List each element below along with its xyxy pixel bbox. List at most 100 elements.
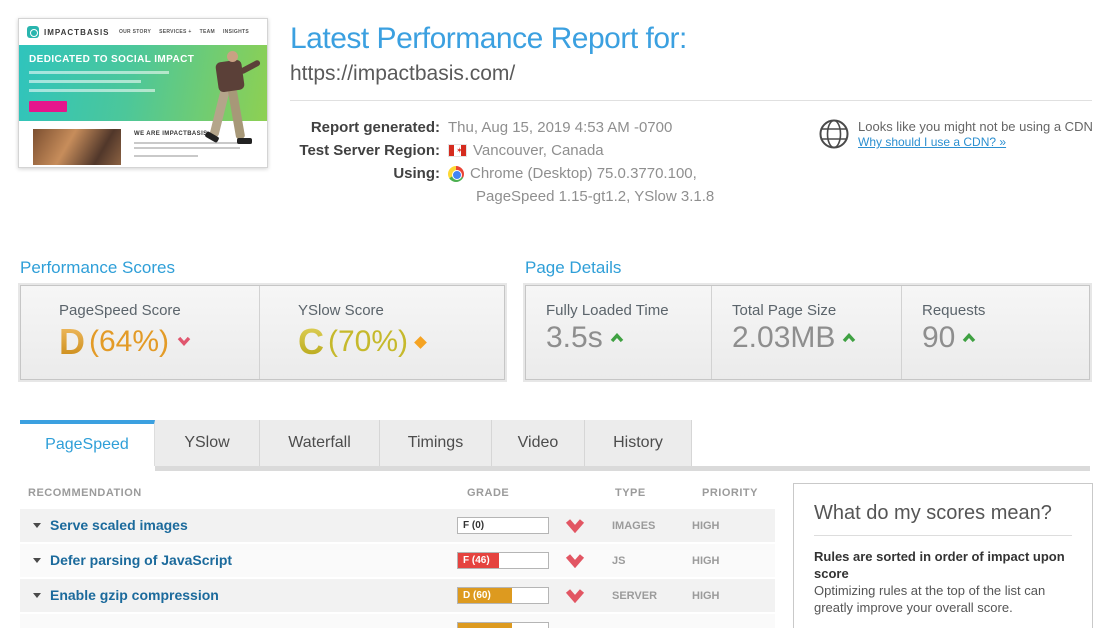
using-value: Chrome (Desktop) 75.0.3770.100,	[448, 164, 697, 183]
pagespeed-score-label: PageSpeed Score	[59, 302, 259, 319]
thumbnail-section-title: WE ARE IMPACTBASIS	[134, 131, 208, 137]
expand-chevron-icon[interactable]	[565, 588, 585, 608]
grade-bar: F (46)	[457, 552, 549, 569]
priority-cell: HIGH	[692, 590, 720, 602]
priority-cell: HIGH	[692, 555, 720, 567]
tab-underbar	[155, 466, 1090, 471]
requests-block: Requests 90	[901, 286, 1089, 379]
thumbnail-hero-title: DEDICATED TO SOCIAL IMPACT	[29, 54, 194, 65]
table-row[interactable]: Defer parsing of JavaScript F (46) JS HI…	[20, 544, 775, 577]
test-server-region-value: ✶ Vancouver, Canada	[448, 141, 604, 160]
scores-explainer-panel: What do my scores mean? Rules are sorted…	[793, 483, 1093, 628]
performance-scores-heading: Performance Scores	[20, 258, 175, 278]
canada-flag-icon: ✶	[448, 144, 467, 157]
test-server-region-label: Test Server Region:	[290, 141, 440, 160]
thumbnail-hero-textline	[29, 89, 155, 92]
table-row[interactable]: Serve scaled images F (0) IMAGES HIGH	[20, 509, 775, 542]
table-row[interactable]: Enable gzip compression D (60) SERVER HI…	[20, 579, 775, 612]
thumbnail-hero-button	[29, 101, 67, 112]
explainer-body-text: Optimizing rules at the top of the list …	[814, 582, 1072, 616]
explainer-bold-text: Rules are sorted in order of impact upon…	[814, 548, 1072, 582]
col-type: TYPE	[615, 487, 646, 499]
tab-waterfall[interactable]: Waterfall	[260, 420, 380, 466]
cdn-notice: Looks like you might not be using a CDN …	[818, 118, 1093, 150]
thumbnail-person	[237, 138, 252, 144]
priority-cell: HIGH	[692, 520, 720, 532]
fully-loaded-time-value: 3.5s	[546, 321, 603, 355]
pagespeed-score-block: PageSpeed Score D (64%)	[21, 286, 259, 379]
up-chevron-icon	[610, 333, 624, 343]
up-chevron-icon	[842, 333, 856, 343]
using-label: Using:	[290, 164, 440, 183]
cdn-notice-text: Looks like you might not be using a CDN	[858, 118, 1093, 135]
site-thumbnail[interactable]: DEDICATED TO SOCIAL IMPACT WE ARE IMPACT…	[18, 18, 268, 168]
thumbnail-person	[215, 59, 245, 92]
type-cell: JS	[612, 555, 625, 567]
thumbnail-nav: OUR STORY SERVICES + TEAM INSIGHTS	[111, 29, 249, 35]
thumbnail-lower-section: WE ARE IMPACTBASIS	[19, 121, 267, 168]
globe-icon	[818, 118, 850, 150]
report-generated-value: Thu, Aug 15, 2019 4:53 AM -0700	[448, 118, 672, 137]
thumbnail-nav-item: TEAM	[200, 29, 215, 35]
grade-bar: F (0)	[457, 517, 549, 534]
yslow-score-block: YSlow Score C (70%)	[259, 286, 425, 379]
explainer-heading: What do my scores mean?	[814, 502, 1072, 525]
thumbnail-hero-textline	[29, 71, 169, 74]
col-recommendation: RECOMMENDATION	[28, 487, 142, 499]
thumbnail-nav-item: OUR STORY	[119, 29, 151, 35]
recommendations-table-header: RECOMMENDATION GRADE TYPE PRIORITY	[20, 487, 775, 503]
thumbnail-nav-item: INSIGHTS	[223, 29, 249, 35]
expand-triangle-icon[interactable]	[33, 593, 41, 598]
performance-scores-card: PageSpeed Score D (64%) YSlow Score C (7…	[20, 285, 505, 380]
page-title: Latest Performance Report for:	[290, 22, 687, 56]
thumbnail-person	[227, 51, 238, 62]
thumbnail-hero-textline	[29, 80, 141, 83]
thumbnail-photo	[33, 129, 121, 165]
recommendation-link[interactable]: Defer parsing of JavaScript	[50, 552, 232, 568]
grade-bar	[457, 622, 549, 628]
tab-video[interactable]: Video	[492, 420, 585, 466]
up-chevron-icon	[962, 333, 976, 343]
page-details-card: Fully Loaded Time 3.5s Total Page Size 2…	[525, 285, 1090, 380]
grade-bar-label: D (60)	[463, 590, 491, 602]
thumbnail-textline	[134, 142, 252, 144]
thumbnail-nav-item: SERVICES +	[159, 29, 192, 35]
grade-bar-fill	[458, 623, 512, 628]
report-url: https://impactbasis.com/	[290, 62, 515, 86]
table-row[interactable]	[20, 614, 775, 628]
using-text-line1: Chrome (Desktop) 75.0.3770.100,	[470, 164, 697, 183]
pagespeed-grade-letter: D	[59, 321, 85, 363]
title-divider	[290, 100, 1092, 101]
report-meta: Report generated: Thu, Aug 15, 2019 4:53…	[290, 118, 750, 206]
expand-chevron-icon[interactable]	[565, 518, 585, 538]
tab-timings[interactable]: Timings	[380, 420, 492, 466]
pagespeed-grade-percent: (64%)	[89, 325, 169, 359]
yslow-score-label: YSlow Score	[298, 302, 425, 319]
grade-bar: D (60)	[457, 587, 549, 604]
total-page-size-value: 2.03MB	[732, 321, 835, 355]
requests-value: 90	[922, 321, 955, 355]
expand-triangle-icon[interactable]	[33, 523, 41, 528]
score-down-chevron-icon	[177, 333, 191, 351]
recommendation-link[interactable]: Enable gzip compression	[50, 587, 219, 603]
region-text: Vancouver, Canada	[473, 141, 604, 160]
thumbnail-header: IMPACTBASIS OUR STORY SERVICES + TEAM INSIG…	[19, 19, 267, 45]
gtmetrix-report-page: DEDICATED TO SOCIAL IMPACT WE ARE IMPACT…	[0, 0, 1116, 628]
thumbnail-textline	[134, 147, 240, 149]
tab-yslow[interactable]: YSlow	[155, 420, 260, 466]
total-page-size-label: Total Page Size	[732, 302, 901, 319]
tab-history[interactable]: History	[585, 420, 692, 466]
expand-triangle-icon[interactable]	[33, 558, 41, 563]
type-cell: IMAGES	[612, 520, 655, 532]
thumbnail-textline	[134, 155, 198, 157]
thumbnail-brand: IMPACTBASIS	[44, 28, 110, 37]
tab-pagespeed[interactable]: PageSpeed	[20, 420, 155, 466]
requests-label: Requests	[922, 302, 1089, 319]
grade-bar-label: F (46)	[463, 555, 490, 567]
cdn-why-link[interactable]: Why should I use a CDN? »	[858, 135, 1093, 149]
recommendations-rows: Serve scaled images F (0) IMAGES HIGH De…	[20, 509, 775, 628]
expand-chevron-icon[interactable]	[565, 553, 585, 573]
recommendation-link[interactable]: Serve scaled images	[50, 517, 188, 533]
type-cell: SERVER	[612, 590, 657, 602]
col-grade: GRADE	[467, 487, 509, 499]
